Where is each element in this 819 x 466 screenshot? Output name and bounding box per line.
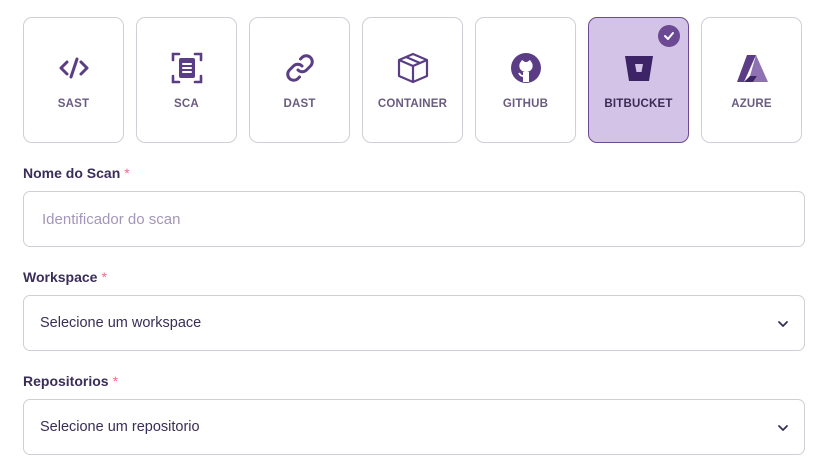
- scan-type-selector: SAST SCA DAST CONTAINER GITHUB BITBUCKET…: [23, 17, 802, 143]
- scan-type-label: BITBUCKET: [604, 98, 673, 110]
- chevron-down-icon: [778, 321, 788, 327]
- repositories-label-text: Repositorios: [23, 373, 109, 389]
- workspace-label-text: Workspace: [23, 269, 98, 285]
- scan-type-label: SAST: [57, 98, 90, 110]
- scan-type-label: SCA: [174, 98, 199, 110]
- scan-type-github[interactable]: GITHUB: [475, 17, 576, 143]
- scan-type-label: CONTAINER: [377, 98, 448, 110]
- workspace-label: Workspace *: [23, 269, 107, 285]
- workspace-select-value: Selecione um workspace: [40, 315, 202, 331]
- workspace-select[interactable]: Selecione um workspace: [23, 295, 805, 351]
- scan-name-label-text: Nome do Scan: [23, 165, 121, 181]
- required-mark: *: [124, 165, 130, 181]
- azure-icon: [734, 50, 770, 86]
- repositories-label: Repositorios *: [23, 373, 118, 389]
- scan-name-label: Nome do Scan *: [23, 165, 130, 181]
- box-icon: [395, 50, 431, 86]
- chevron-down-icon: [778, 425, 788, 431]
- scan-type-label: AZURE: [731, 98, 772, 110]
- required-mark: *: [112, 373, 119, 389]
- scan-type-container[interactable]: CONTAINER: [362, 17, 463, 143]
- bitbucket-icon: [621, 50, 657, 86]
- scan-name-field[interactable]: [23, 191, 805, 247]
- scan-type-sast[interactable]: SAST: [23, 17, 124, 143]
- scan-type-label: DAST: [283, 98, 316, 110]
- scan-type-dast[interactable]: DAST: [249, 17, 350, 143]
- scan-type-azure[interactable]: AZURE: [701, 17, 802, 143]
- repositories-select-value: Selecione um repositorio: [40, 419, 200, 435]
- scan-type-bitbucket[interactable]: BITBUCKET: [588, 17, 689, 143]
- github-icon: [508, 50, 544, 86]
- repositories-select[interactable]: Selecione um repositorio: [23, 399, 805, 455]
- link-icon: [282, 50, 318, 86]
- scan-type-label: GITHUB: [502, 98, 549, 110]
- scan-name-input[interactable]: [40, 209, 744, 229]
- scan-type-sca[interactable]: SCA: [136, 17, 237, 143]
- code-icon: [56, 50, 92, 86]
- document-scan-icon: [169, 50, 205, 86]
- required-mark: *: [101, 269, 107, 285]
- check-icon: [658, 25, 680, 47]
